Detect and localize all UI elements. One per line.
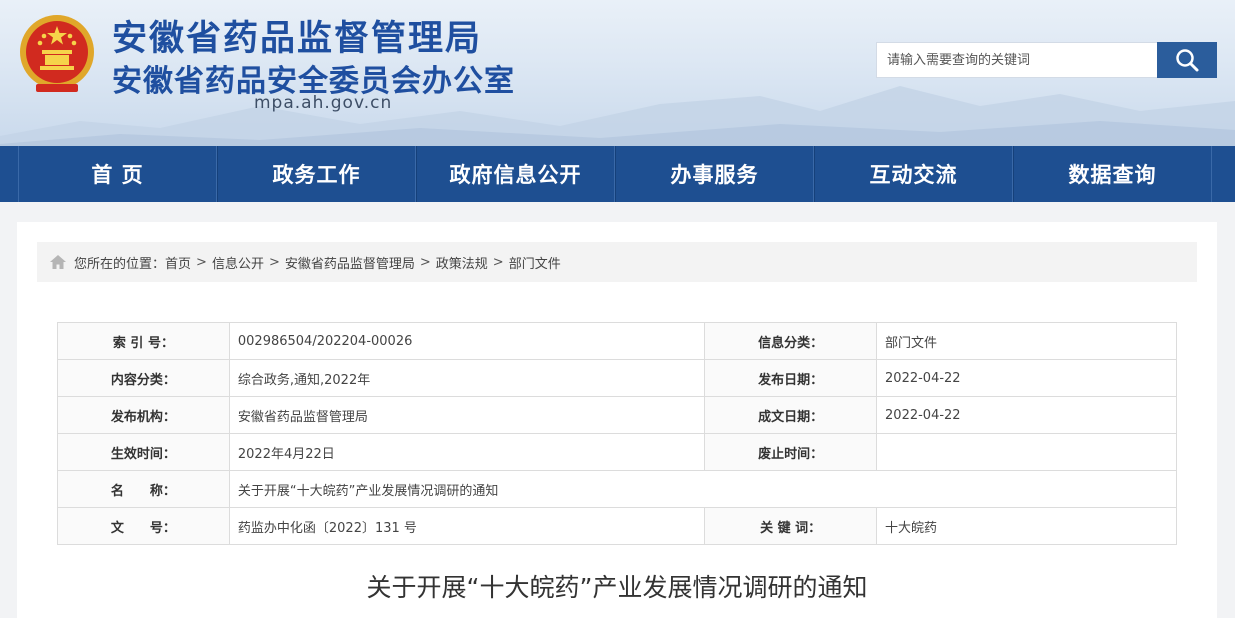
content-category-label: 内容分类： [57, 359, 230, 397]
search-button[interactable] [1157, 42, 1217, 78]
site-header: 安徽省药品监督管理局 安徽省药品安全委员会办公室 mpa.ah.gov.cn [0, 0, 1235, 146]
breadcrumb-separator: > [268, 254, 280, 270]
effective-value: 2022年4月22日 [228, 433, 706, 471]
content-category-value: 综合政务,通知,2022年 [228, 359, 706, 397]
nav-item-home[interactable]: 首 页 [18, 146, 217, 202]
site-domain: mpa.ah.gov.cn [254, 93, 393, 113]
table-row: 文 号： 药监办中化函〔2022〕131 号 关 键 词： 十大皖药 [57, 507, 1177, 545]
org-label: 发布机构： [57, 396, 230, 434]
search-input[interactable] [876, 42, 1157, 78]
document-metadata-table: 索 引 号： 002986504/202204-00026 信息分类： 部门文件… [57, 322, 1178, 545]
table-row: 名 称： 关于开展“十大皖药”产业发展情况调研的通知 [57, 470, 1178, 508]
breadcrumb-item-bureau[interactable]: 安徽省药品监督管理局 [285, 253, 415, 272]
nav-item-government-work[interactable]: 政务工作 [217, 146, 416, 202]
keywords-label: 关 键 词： [704, 507, 878, 545]
breadcrumb-item-policy[interactable]: 政策法规 [436, 253, 488, 272]
table-row: 生效时间： 2022年4月22日 废止时间： [57, 433, 1177, 471]
nav-item-interaction[interactable]: 互动交流 [814, 146, 1013, 202]
search-icon [1176, 49, 1199, 72]
doc-number-label: 文 号： [57, 507, 230, 545]
table-row: 内容分类： 综合政务,通知,2022年 发布日期： 2022-04-22 [57, 359, 1177, 397]
info-category-label: 信息分类： [704, 322, 878, 360]
index-value: 002986504/202204-00026 [228, 322, 706, 360]
breadcrumb-prefix: 您所在的位置： [74, 256, 166, 272]
breadcrumb-separator: > [492, 254, 504, 270]
info-category-value: 部门文件 [876, 322, 1177, 360]
national-emblem-icon [20, 15, 94, 92]
publish-date-label: 发布日期： [704, 359, 878, 397]
publish-date-value: 2022-04-22 [876, 359, 1177, 397]
expiry-label: 废止时间： [704, 433, 878, 471]
created-date-label: 成文日期： [704, 396, 878, 434]
home-icon [50, 255, 66, 269]
doc-number-value: 药监办中化函〔2022〕131 号 [228, 507, 706, 545]
main-nav: 首 页 政务工作 政府信息公开 办事服务 互动交流 数据查询 [0, 146, 1235, 202]
org-value: 安徽省药品监督管理局 [228, 396, 706, 434]
created-date-value: 2022-04-22 [876, 396, 1177, 434]
breadcrumb-separator: > [196, 254, 207, 270]
table-row: 索 引 号： 002986504/202204-00026 信息分类： 部门文件 [57, 322, 1177, 360]
index-label: 索 引 号： [57, 322, 230, 360]
keywords-value: 十大皖药 [876, 507, 1177, 545]
expiry-value [876, 433, 1177, 471]
breadcrumb: 您所在的位置： 首页 > 信息公开 > 安徽省药品监督管理局 > 政策法规 > … [37, 242, 1197, 282]
breadcrumb-item-dept-docs[interactable]: 部门文件 [509, 253, 561, 272]
nav-item-services[interactable]: 办事服务 [615, 146, 814, 202]
breadcrumb-item-home[interactable]: 首页 [165, 253, 191, 272]
article-title: 关于开展“十大皖药”产业发展情况调研的通知 [366, 573, 868, 602]
table-row: 发布机构： 安徽省药品监督管理局 成文日期： 2022-04-22 [57, 396, 1177, 434]
content-panel: 您所在的位置： 首页 > 信息公开 > 安徽省药品监督管理局 > 政策法规 > … [17, 222, 1217, 618]
effective-label: 生效时间： [57, 433, 230, 471]
breadcrumb-item-info[interactable]: 信息公开 [212, 253, 264, 272]
site-title: 安徽省药品监督管理局 [112, 19, 483, 59]
nav-item-info-disclosure[interactable]: 政府信息公开 [416, 146, 615, 202]
name-value: 关于开展“十大皖药”产业发展情况调研的通知 [228, 470, 1178, 508]
breadcrumb-separator: > [419, 254, 431, 270]
nav-item-data-query[interactable]: 数据查询 [1013, 146, 1212, 202]
name-label: 名 称： [57, 470, 230, 508]
search-bar [876, 42, 1217, 78]
